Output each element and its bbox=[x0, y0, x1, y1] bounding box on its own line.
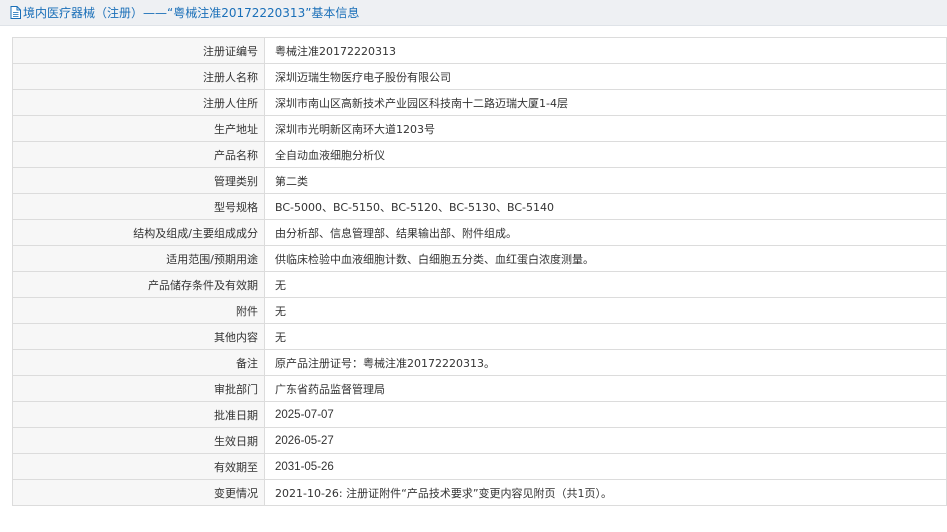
row-value: 2021-10-26: 注册证附件“产品技术要求”变更内容见附页（共1页）。 bbox=[264, 479, 947, 506]
table-row: 其他内容无 bbox=[12, 323, 947, 350]
document-icon bbox=[10, 6, 21, 19]
table-row: 注册人名称 深圳迈瑞生物医疗电子股份有限公司 bbox=[12, 63, 947, 90]
row-label: 型号规格 bbox=[12, 193, 265, 220]
row-label: 产品名称 bbox=[12, 141, 265, 168]
row-value: 2025-07-07 bbox=[264, 401, 947, 428]
row-label: 审批部门 bbox=[12, 375, 265, 402]
table-row: 审批部门 广东省药品监督管理局 bbox=[12, 375, 947, 402]
row-value: 粤械注准20172220313 bbox=[264, 37, 947, 64]
table-row: 备注 原产品注册证号：粤械注准20172220313。 bbox=[12, 349, 947, 376]
table-row: 管理类别 第二类 bbox=[12, 167, 947, 194]
page-header: 境内医疗器械（注册）——“粤械注准20172220313”基本信息 bbox=[0, 0, 947, 26]
row-value: 无 bbox=[264, 323, 947, 350]
row-value: 原产品注册证号：粤械注准20172220313。 bbox=[264, 349, 947, 376]
table-row: 批准日期 2025-07-07 bbox=[12, 401, 947, 428]
row-value: 第二类 bbox=[264, 167, 947, 194]
row-value: 全自动血液细胞分析仪 bbox=[264, 141, 947, 168]
row-label: 有效期至 bbox=[12, 453, 265, 480]
table-row: 型号规格 BC-5000、BC-5150、BC-5120、BC-5130、BC-5… bbox=[12, 193, 947, 220]
table-row: 适用范围/预期用途 供临床检验中血液细胞计数、白细胞五分类、血红蛋白浓度测量。 bbox=[12, 245, 947, 272]
row-label: 注册人住所 bbox=[12, 89, 265, 116]
row-label: 结构及组成/主要组成成分 bbox=[12, 219, 265, 246]
row-label: 适用范围/预期用途 bbox=[12, 245, 265, 272]
table-row: 注册人住所 深圳市南山区高新技术产业园区科技南十二路迈瑞大厦1-4层 bbox=[12, 89, 947, 116]
row-value: 由分析部、信息管理部、结果输出部、附件组成。 bbox=[264, 219, 947, 246]
table-row: 生产地址 深圳市光明新区南环大道1203号 bbox=[12, 115, 947, 142]
row-label: 其他内容 bbox=[12, 323, 265, 350]
table-row: 生效日期 2026-05-27 bbox=[12, 427, 947, 454]
row-label: 生产地址 bbox=[12, 115, 265, 142]
row-value: 2026-05-27 bbox=[264, 427, 947, 454]
row-label: 注册人名称 bbox=[12, 63, 265, 90]
row-label: 生效日期 bbox=[12, 427, 265, 454]
row-value: 深圳迈瑞生物医疗电子股份有限公司 bbox=[264, 63, 947, 90]
row-label: 备注 bbox=[12, 349, 265, 376]
row-value: 深圳市光明新区南环大道1203号 bbox=[264, 115, 947, 142]
row-value: 深圳市南山区高新技术产业园区科技南十二路迈瑞大厦1-4层 bbox=[264, 89, 947, 116]
row-label: 变更情况 bbox=[12, 479, 265, 506]
row-value: 无 bbox=[264, 271, 947, 298]
row-value: 供临床检验中血液细胞计数、白细胞五分类、血红蛋白浓度测量。 bbox=[264, 245, 947, 272]
table-row: 附件无 bbox=[12, 297, 947, 324]
row-label: 注册证编号 bbox=[12, 37, 265, 64]
table-row: 产品储存条件及有效期无 bbox=[12, 271, 947, 298]
row-value: 无 bbox=[264, 297, 947, 324]
table-row: 变更情况 2021-10-26: 注册证附件“产品技术要求”变更内容见附页（共1页… bbox=[12, 479, 947, 506]
row-value: BC-5000、BC-5150、BC-5120、BC-5130、BC-5140 bbox=[264, 193, 947, 220]
table-row: 产品名称 全自动血液细胞分析仪 bbox=[12, 141, 947, 168]
row-label: 产品储存条件及有效期 bbox=[12, 271, 265, 298]
row-value: 广东省药品监督管理局 bbox=[264, 375, 947, 402]
table-row: 注册证编号 粤械注准20172220313 bbox=[12, 37, 947, 64]
row-label: 附件 bbox=[12, 297, 265, 324]
info-table: 注册证编号 粤械注准20172220313 注册人名称 深圳迈瑞生物医疗电子股份有限公… bbox=[12, 37, 947, 506]
table-row: 结构及组成/主要组成成分 由分析部、信息管理部、结果输出部、附件组成。 bbox=[12, 219, 947, 246]
table-row: 有效期至 2031-05-26 bbox=[12, 453, 947, 480]
row-value: 2031-05-26 bbox=[264, 453, 947, 480]
page-title: 境内医疗器械（注册）——“粤械注准20172220313”基本信息 bbox=[23, 6, 360, 20]
row-label: 批准日期 bbox=[12, 401, 265, 428]
row-label: 管理类别 bbox=[12, 167, 265, 194]
